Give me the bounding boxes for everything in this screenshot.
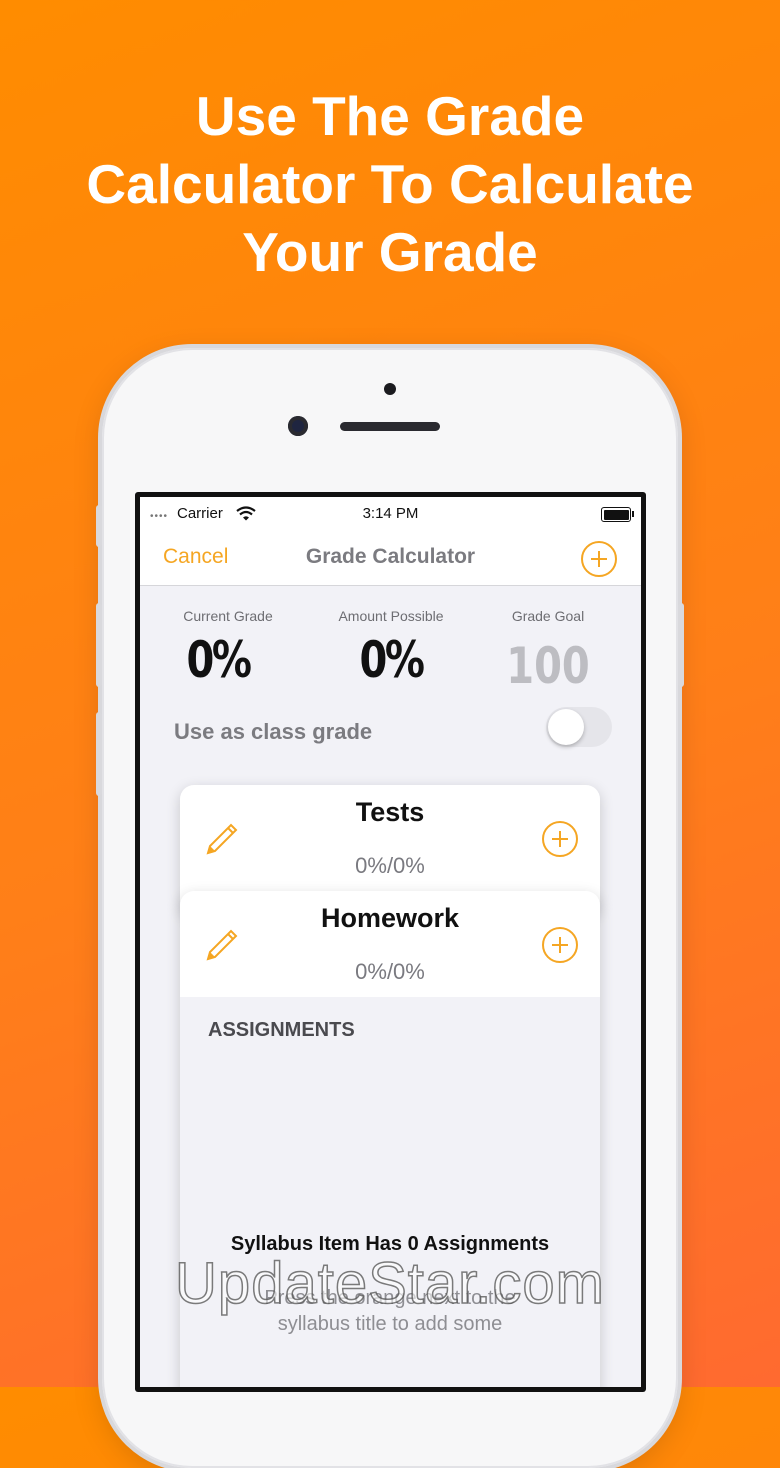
watermark: UpdateStar.com: [174, 1250, 605, 1317]
navigation-bar: Cancel Grade Calculator: [140, 533, 641, 586]
headline-line-3: Your Grade: [242, 221, 538, 283]
headline-line-2: Calculator To Calculate: [86, 153, 694, 215]
add-item-button[interactable]: [581, 541, 617, 577]
grade-goal-input[interactable]: 100: [484, 637, 612, 695]
status-bar: •••• Carrier 3:14 PM: [140, 497, 641, 533]
card-score: 0%/0%: [355, 959, 425, 984]
toggle-knob: [548, 709, 584, 745]
amount-possible-value: 0%: [359, 631, 425, 689]
add-assignment-button[interactable]: [542, 927, 578, 963]
card-title: Tests: [355, 797, 425, 827]
volume-up-button: [96, 603, 102, 687]
clock: 3:14 PM: [362, 505, 419, 522]
current-grade-label: Current Grade: [183, 608, 273, 624]
front-camera: [288, 416, 308, 436]
promo-headline: Use The Grade Calculator To Calculate Yo…: [0, 82, 780, 286]
battery-tip: [632, 511, 634, 517]
battery-icon: [601, 507, 631, 522]
headline-line-1: Use The Grade: [195, 85, 585, 147]
class-grade-label: Use as class grade: [174, 719, 373, 744]
current-grade-value: 0%: [186, 631, 252, 689]
assignments-header: ASSIGNMENTS: [208, 1019, 355, 1041]
nav-title: Grade Calculator: [305, 545, 476, 568]
volume-down-button: [96, 712, 102, 796]
card-score: 0%/0%: [355, 853, 425, 878]
amount-possible-label: Amount Possible: [338, 608, 444, 624]
earpiece-speaker: [340, 422, 440, 431]
class-grade-toggle[interactable]: [546, 707, 612, 747]
power-button: [678, 603, 684, 687]
add-assignment-button[interactable]: [542, 821, 578, 857]
card-title: Homework: [320, 903, 460, 933]
mute-switch: [96, 505, 102, 547]
proximity-sensor: [384, 383, 396, 395]
grade-goal-label: Grade Goal: [511, 608, 585, 624]
